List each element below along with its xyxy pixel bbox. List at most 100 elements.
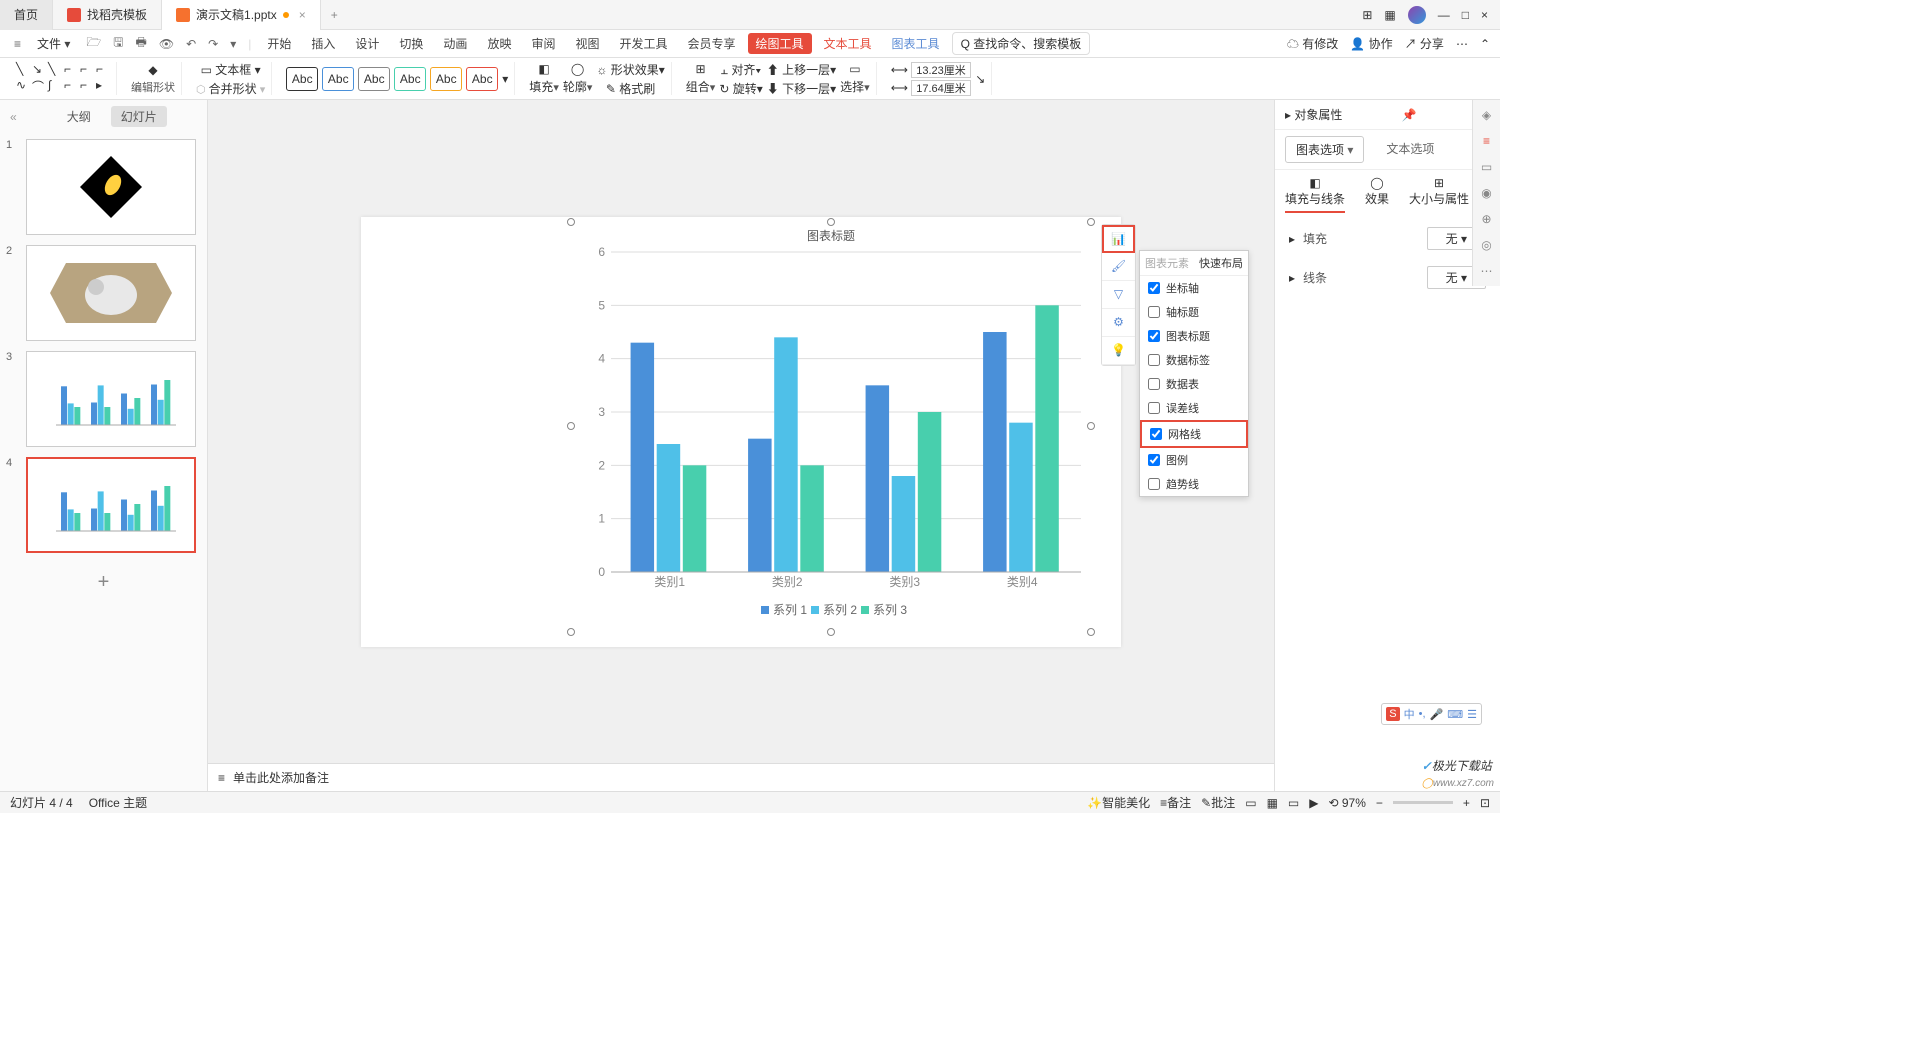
zoom-in[interactable]: +	[1463, 796, 1470, 810]
add-slide-button[interactable]: +	[6, 563, 201, 602]
new-tab-button[interactable]: +	[321, 8, 348, 22]
resize-handle[interactable]	[827, 628, 835, 636]
menu-icon[interactable]: ≡	[10, 35, 25, 53]
menu-dev[interactable]: 开发工具	[611, 33, 675, 54]
layer-menu[interactable]: ⬆ 上移一层▾⬇ 下移一层▾	[767, 61, 836, 97]
apps-icon[interactable]: ▦	[1384, 8, 1395, 22]
subtab-size[interactable]: ⊞大小与属性	[1409, 176, 1469, 213]
chart-style-button[interactable]: 🖌	[1102, 253, 1135, 281]
redo-icon[interactable]: ↷	[204, 35, 222, 53]
tab-chart-options[interactable]: 图表选项 ▾	[1285, 136, 1364, 163]
sidetool-4[interactable]: ◉	[1477, 186, 1496, 200]
chart-element-option[interactable]: 误差线	[1140, 396, 1248, 420]
zoom-label[interactable]: ⟲ 97%	[1328, 796, 1365, 810]
chart-element-option[interactable]: 网格线	[1140, 420, 1248, 448]
align-menu[interactable]: ⫠ 对齐▾↻ 旋转▾	[719, 61, 762, 97]
resize-handle[interactable]	[827, 218, 835, 226]
menu-vip[interactable]: 会员专享	[680, 33, 744, 54]
collapse-panel-icon[interactable]: «	[10, 110, 17, 124]
style-gallery[interactable]: Abc Abc Abc Abc Abc Abc ▾	[280, 62, 515, 95]
zoom-slider[interactable]	[1393, 801, 1453, 804]
resize-handle[interactable]	[567, 628, 575, 636]
print-icon[interactable]: 🖶	[132, 31, 151, 56]
sidetool-5[interactable]: ⊕	[1477, 212, 1496, 226]
popup-tab-elements[interactable]: 图表元素	[1140, 251, 1194, 275]
chart-filter-button[interactable]: ▽	[1102, 281, 1135, 309]
resize-handle[interactable]	[1087, 422, 1095, 430]
minimize-button[interactable]: —	[1438, 8, 1450, 22]
tab-file[interactable]: 演示文稿1.pptx×	[162, 0, 321, 30]
chart-element-option[interactable]: 图例	[1140, 448, 1248, 472]
collab-button[interactable]: 👤 协作	[1350, 35, 1392, 52]
menu-transition[interactable]: 切换	[391, 33, 431, 54]
cloud-status[interactable]: ☁ 有修改	[1287, 35, 1338, 52]
undo-icon[interactable]: ↶	[182, 35, 200, 53]
sidetool-7[interactable]: ⋯	[1477, 264, 1496, 278]
slide-thumb-4[interactable]: 4	[6, 457, 201, 553]
notes-button[interactable]: ≡备注	[1160, 794, 1191, 811]
comment-button[interactable]: ✎批注	[1201, 794, 1235, 811]
slides-tab[interactable]: 幻灯片	[111, 106, 167, 127]
chart-element-option[interactable]: 数据标签	[1140, 348, 1248, 372]
menu-design[interactable]: 设计	[347, 33, 387, 54]
slide-thumb-1[interactable]: 1	[6, 139, 201, 235]
chart-element-option[interactable]: 图表标题	[1140, 324, 1248, 348]
size-launcher[interactable]: ↘	[975, 72, 985, 86]
fill-button[interactable]: ◧填充▾	[529, 62, 559, 95]
close-icon[interactable]: ×	[299, 8, 306, 22]
close-button[interactable]: ×	[1481, 8, 1488, 22]
open-icon[interactable]: 🗁	[82, 31, 105, 56]
effect-button[interactable]: ☼ 形状效果▾✎ 格式刷	[596, 61, 664, 97]
group-button[interactable]: ⊞组合▾	[686, 62, 716, 95]
tab-text-options[interactable]: 文本选项	[1384, 136, 1436, 163]
sidetool-2[interactable]: ≡	[1477, 134, 1496, 148]
more-icon[interactable]: ⋯	[1456, 37, 1468, 51]
shapes-gallery[interactable]: ╲↘╲⌐⌐⌐ ∿⌒∫⌐⌐▸	[10, 62, 117, 95]
chart-settings-button[interactable]: ⚙	[1102, 309, 1135, 337]
beautify-button[interactable]: ✨智能美化	[1087, 794, 1150, 811]
subtab-fillline[interactable]: ◧填充与线条	[1285, 176, 1345, 213]
pin-icon[interactable]: 📌	[1402, 108, 1417, 122]
sidetool-3[interactable]: ▭	[1477, 160, 1496, 174]
menu-chart[interactable]: 图表工具	[884, 33, 948, 54]
chart-elements-button[interactable]: 📊	[1102, 225, 1135, 253]
tab-template[interactable]: 找稻壳模板	[53, 0, 162, 30]
select-button[interactable]: ▭选择▾	[840, 62, 870, 95]
slide-thumb-3[interactable]: 3	[6, 351, 201, 447]
notes-area[interactable]: ≡单击此处添加备注	[208, 763, 1274, 791]
view-reading-icon[interactable]: ▭	[1288, 796, 1299, 810]
menu-slideshow[interactable]: 放映	[479, 33, 519, 54]
menu-insert[interactable]: 插入	[303, 33, 343, 54]
slide-thumb-2[interactable]: 2	[6, 245, 201, 341]
textbox-button[interactable]: ▭ 文本框 ▾⬡ 合并形状 ▾	[196, 61, 265, 97]
popup-tab-layout[interactable]: 快速布局	[1194, 251, 1248, 275]
menu-view[interactable]: 视图	[567, 33, 607, 54]
maximize-button[interactable]: □	[1462, 8, 1469, 22]
save-icon[interactable]: 🖫	[109, 31, 127, 56]
height-input[interactable]: ⟷	[891, 80, 972, 96]
menu-review[interactable]: 审阅	[523, 33, 563, 54]
expand-icon[interactable]: ⌃	[1480, 37, 1490, 51]
chart-ideas-button[interactable]: 💡	[1102, 337, 1135, 365]
menu-draw[interactable]: 绘图工具	[748, 33, 812, 54]
resize-handle[interactable]	[567, 218, 575, 226]
layout-icon[interactable]: ⊞	[1362, 8, 1372, 22]
chart-element-option[interactable]: 坐标轴	[1140, 276, 1248, 300]
tab-home[interactable]: 首页	[0, 0, 53, 30]
menu-animation[interactable]: 动画	[435, 33, 475, 54]
chart-element-option[interactable]: 数据表	[1140, 372, 1248, 396]
resize-handle[interactable]	[1087, 218, 1095, 226]
slide-canvas[interactable]: 图表标题0123456类别1类别2类别3类别4系列 1系列 2系列 3 📊 🖌 …	[361, 217, 1121, 647]
share-button[interactable]: ↗ 分享	[1405, 35, 1444, 52]
ime-bar[interactable]: S中•,🎤⌨☰	[1381, 703, 1482, 725]
view-slideshow-icon[interactable]: ▶	[1309, 796, 1318, 810]
chart-object[interactable]: 图表标题0123456类别1类别2类别3类别4系列 1系列 2系列 3 📊 🖌 …	[571, 222, 1091, 632]
zoom-out[interactable]: −	[1376, 796, 1383, 810]
sidetool-1[interactable]: ◈	[1477, 108, 1496, 122]
subtab-effect[interactable]: ◯效果	[1365, 176, 1389, 213]
resize-handle[interactable]	[1087, 628, 1095, 636]
outline-button[interactable]: ◯轮廓▾	[563, 62, 593, 95]
file-menu[interactable]: 文件 ▾	[29, 33, 78, 54]
avatar-icon[interactable]	[1408, 6, 1426, 24]
editshape-button[interactable]: ◆编辑形状	[131, 63, 175, 95]
